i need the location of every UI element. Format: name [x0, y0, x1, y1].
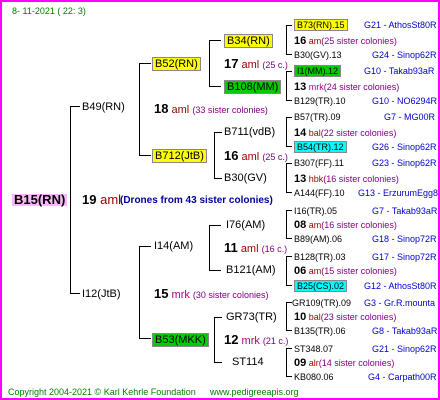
root-queen[interactable]: B15(RN) [12, 193, 68, 206]
gen3-drone-count: 14 bal(22 sister colonies) [294, 127, 397, 139]
gen4-queen[interactable]: B57(TR).09 [294, 111, 341, 123]
gen4-queen[interactable]: B54(TR).12 [294, 141, 347, 153]
copyright: Copyright 2004-2021 © Karl Kehrle Founda… [8, 387, 196, 397]
gen3-queen[interactable]: B34(RN) [224, 34, 273, 48]
gen3-drone-count: 10 bal(23 sister colonies) [294, 311, 397, 323]
gen3-drone-count: 06 am(15 sister colonies) [294, 265, 397, 277]
gen4-code: G26 - Sinop62R [372, 142, 437, 152]
gen3-drone-count: 08 am(16 sister colonies) [294, 219, 397, 231]
gen4-code: G17 - Sinop72R [372, 252, 437, 262]
gen4-code: G21 - Sinop62R [372, 344, 437, 354]
gen3-queen[interactable]: B711(vdB) [224, 126, 275, 138]
root-drone-count: 19 aml [82, 192, 122, 207]
root-note: (Drones from 43 sister colonies) [120, 195, 273, 206]
gen3-queen[interactable]: I76(AM) [226, 219, 265, 231]
gen4-code: G10 - Takab93aR [364, 66, 435, 76]
gen4-queen[interactable]: B129(TR).10 [294, 95, 346, 107]
timestamp: 8- 11-2021 ( 22: 3) [12, 6, 86, 16]
gen4-code: G24 - Sinop62R [372, 50, 437, 60]
gen3-queen[interactable]: ST114 [232, 356, 264, 368]
gen4-queen[interactable]: KB080.06 [294, 371, 334, 383]
gen4-code: G10 - NO6294R [372, 96, 438, 106]
gen4-queen[interactable]: B89(AM).06 [294, 233, 342, 245]
gen4-queen[interactable]: I16(TR).05 [294, 205, 337, 217]
gen2-queen[interactable]: B53(MKK) [152, 333, 209, 347]
gen4-code: G8 - Takab93aR [372, 326, 438, 336]
gen3-drone-count: 13 hbk(16 sister colonies) [294, 173, 399, 185]
site-link[interactable]: www.pedigreeapis.org [210, 386, 299, 398]
gen1-queen[interactable]: I12(JtB) [82, 288, 121, 300]
gen4-queen[interactable]: B135(TR).06 [294, 325, 346, 337]
pedigree-frame: 8- 11-2021 ( 22: 3) B15(RN) 19 aml (Dron… [0, 0, 440, 400]
gen1-drone-count: 18 aml (33 sister colonies) [154, 101, 268, 116]
gen2-drone-count: 17 aml (25 c.) [224, 56, 288, 71]
gen4-queen[interactable]: B73(RN).15 [294, 19, 348, 31]
gen3-drone-count: 09 alr(14 sister colonies) [294, 357, 395, 369]
gen2-drone-count: 12 mrk (21 c.) [224, 332, 289, 347]
gen3-queen[interactable]: GR73(TR) [226, 311, 277, 323]
gen2-queen[interactable]: I14(AM) [154, 240, 193, 252]
gen3-queen[interactable]: B30(GV) [224, 172, 267, 184]
gen4-queen[interactable]: A144(FF).10 [294, 187, 345, 199]
gen2-drone-count: 16 aml (25 c.) [224, 148, 288, 163]
gen2-drone-count: 11 aml (16 c.) [224, 240, 288, 255]
gen4-queen[interactable]: ST348.07 [294, 343, 333, 355]
gen4-queen[interactable]: B307(FF).11 [294, 157, 344, 169]
gen4-queen[interactable]: GR109(TR).09 [292, 297, 351, 309]
gen4-code: G18 - Sinop72R [372, 234, 437, 244]
gen4-code: G13 - ErzurumEgg8 [358, 188, 439, 198]
root-unit: aml [100, 192, 122, 207]
gen2-queen[interactable]: B712(JtB) [152, 149, 207, 163]
gen4-code: G21 - AthosSt80R [364, 20, 437, 30]
gen3-queen[interactable]: B121(AM) [226, 264, 276, 276]
gen4-code: G12 - AthosSt80R [364, 281, 437, 291]
gen3-queen[interactable]: B108(MM) [224, 80, 282, 94]
gen4-queen[interactable]: B128(TR).03 [294, 251, 346, 263]
gen4-queen[interactable]: B30(GV).13 [294, 49, 342, 61]
gen1-queen[interactable]: B49(RN) [82, 101, 125, 113]
root-num: 19 [82, 192, 97, 207]
gen4-queen[interactable]: I1(MM).12 [294, 65, 342, 77]
gen4-code: G3 - Gr.R.mounta [364, 298, 436, 308]
gen2-queen[interactable]: B52(RN) [152, 57, 201, 71]
gen3-drone-count: 13 mrk(24 sister colonies) [294, 81, 400, 93]
root-branch-line [70, 106, 71, 294]
gen4-queen[interactable]: B25(CS).02 [294, 280, 348, 292]
gen4-code: G4 - Carpath00R [368, 372, 437, 382]
gen4-code: G7 - MG00R [384, 112, 436, 122]
gen3-drone-count: 16 am(25 sister colonies) [294, 35, 397, 47]
gen1-drone-count: 15 mrk (30 sister colonies) [154, 286, 269, 301]
gen4-code: G23 - Sinop62R [372, 158, 437, 168]
gen4-code: G7 - Takab93aR [372, 206, 438, 216]
